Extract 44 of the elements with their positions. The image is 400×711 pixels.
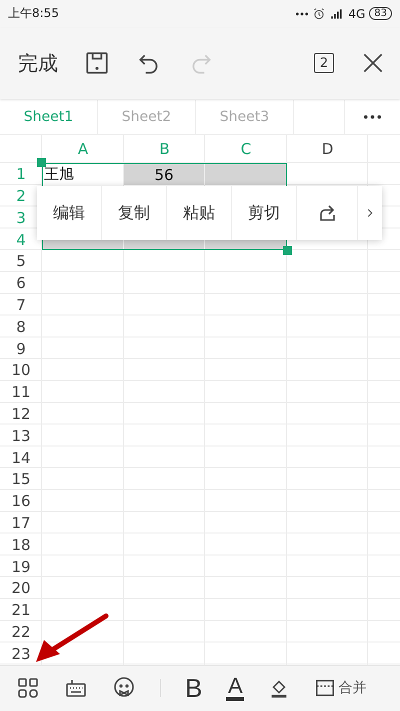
grid-icon	[16, 676, 40, 700]
bold-button[interactable]: B	[185, 672, 202, 704]
share-button[interactable]	[297, 186, 358, 240]
font-color-button[interactable]: A	[226, 675, 244, 702]
row-number[interactable]: 22	[11, 622, 31, 641]
selection-handle[interactable]	[37, 158, 46, 168]
row-number[interactable]: 20	[11, 579, 31, 598]
status-time: 上午8:55	[8, 5, 59, 22]
row-number[interactable]: 8	[16, 318, 26, 336]
alarm-icon	[312, 6, 326, 21]
floppy-icon	[84, 50, 110, 76]
menu-item[interactable]: 粘贴	[167, 186, 232, 240]
menu-item[interactable]: 复制	[102, 186, 167, 240]
save-icon[interactable]	[84, 50, 110, 76]
signal-icon	[330, 6, 344, 21]
row-number[interactable]: 18	[11, 536, 31, 554]
row-number[interactable]: 11	[11, 383, 31, 402]
row-number[interactable]: 9	[16, 340, 26, 358]
row-number[interactable]: 16	[11, 492, 31, 510]
merge-button[interactable]: 合并	[314, 677, 366, 700]
row-number[interactable]: 19	[11, 558, 31, 576]
apps-button[interactable]	[16, 676, 40, 700]
row-number[interactable]: 15	[11, 470, 31, 488]
row-number[interactable]: 23	[11, 644, 31, 663]
battery-level: 83	[369, 7, 392, 20]
more-icon	[364, 115, 381, 120]
row-number[interactable]: 6	[16, 274, 26, 292]
done-button[interactable]: 完成	[18, 50, 58, 77]
row-number[interactable]: 12	[11, 404, 31, 423]
row-number[interactable]: 5	[16, 252, 26, 270]
row-number[interactable]: 13	[11, 426, 31, 445]
column-header[interactable]: D	[287, 135, 368, 164]
row-number[interactable]: 14	[11, 448, 31, 467]
selection-handle[interactable]	[283, 246, 292, 256]
more-icon	[296, 12, 308, 16]
row-number[interactable]: 21	[11, 601, 31, 620]
row-number[interactable]: 10	[11, 361, 31, 380]
menu-item[interactable]: 剪切	[232, 186, 297, 240]
window-count-button[interactable]: 2	[314, 53, 334, 74]
row-number[interactable]: 17	[11, 514, 31, 532]
row-number[interactable]: 7	[16, 296, 26, 314]
table-cell: 56	[124, 164, 204, 186]
network-type: 4G	[348, 6, 366, 21]
menu-item[interactable]: 编辑	[37, 186, 102, 240]
